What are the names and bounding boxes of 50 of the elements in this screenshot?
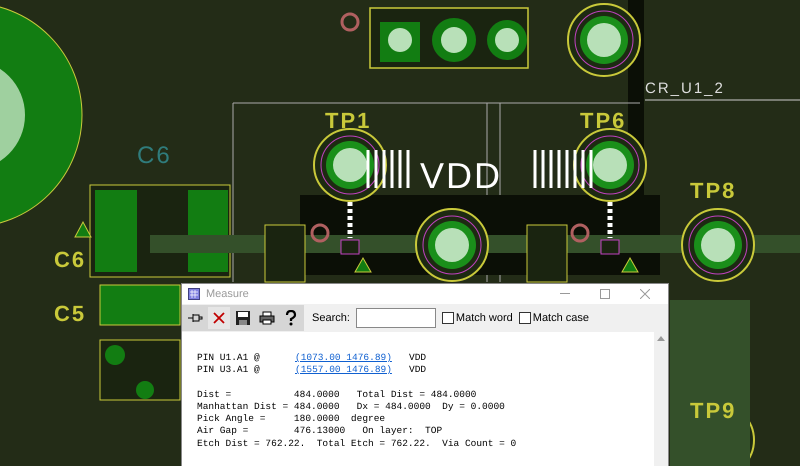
- checkbox[interactable]: [518, 312, 531, 324]
- resistor-outline: [264, 224, 306, 282]
- measure-result-line: Etch Dist = 762.22. Total Etch = 762.22. Via Count = 0: [197, 438, 516, 450]
- via-ring: [340, 12, 360, 32]
- board-label: TP9: [690, 398, 736, 423]
- measure-result-line: Manhattan Dist = 484.0000 Dx = 484.0000 Dy = 0.0000: [197, 400, 505, 414]
- window-title: Measure: [206, 286, 249, 302]
- pin-name: PIN U3.A1 @: [197, 364, 261, 377]
- search-label: Search:: [312, 310, 350, 326]
- resistor-outline: [526, 224, 568, 282]
- search-field[interactable]: [356, 308, 436, 328]
- scroll-up-icon: [657, 336, 665, 341]
- measure-result-line: Pick Angle = 180.0000 degree: [197, 413, 386, 426]
- app-icon: [188, 288, 200, 300]
- help-icon: [284, 310, 298, 326]
- triangle-marker-icon: [621, 257, 639, 272]
- maximize-icon: [600, 289, 610, 299]
- checkbox-option[interactable]: Match word: [442, 310, 513, 326]
- pin-name: PIN U1.A1 @: [197, 352, 261, 364]
- net-name: VDD: [409, 364, 426, 377]
- net-name: VDD: [409, 352, 426, 364]
- board-label: C6: [137, 142, 172, 169]
- chip-pad: [340, 240, 360, 254]
- save-icon: [235, 310, 251, 326]
- triangle-marker-icon: [354, 257, 372, 272]
- via-ring: [310, 224, 330, 242]
- via-ring: [570, 224, 590, 242]
- measure-result-line: Dist = 484.0000 Total Dist = 484.0000: [197, 388, 476, 401]
- board-label: TP6: [580, 108, 626, 133]
- board-label: TP8: [690, 178, 736, 203]
- board-label: CR_U1_2: [645, 80, 725, 97]
- checkbox-option[interactable]: Match case: [518, 310, 590, 326]
- scrollbar[interactable]: [654, 332, 668, 466]
- board-label: C6: [54, 247, 86, 272]
- checkbox[interactable]: [442, 312, 454, 324]
- coordinates-link[interactable]: (1073.00 1476.89): [295, 352, 409, 364]
- triangle-marker-icon: [74, 220, 92, 238]
- dashed-trace: [348, 202, 352, 238]
- board-label: C5: [54, 301, 86, 326]
- dashed-trace: [608, 202, 612, 238]
- delete-button[interactable]: [208, 307, 230, 329]
- close-icon: [640, 289, 650, 299]
- pushpin-icon: [187, 312, 203, 324]
- printer-icon: [259, 311, 275, 325]
- chip-pad: [600, 240, 620, 254]
- board-label: TP1: [325, 108, 372, 133]
- minimize-icon: [560, 293, 570, 295]
- measure-result-line: Air Gap = 476.13000 On layer: TOP: [197, 425, 442, 438]
- x-icon: [213, 312, 225, 324]
- coordinates-link[interactable]: (1557.00 1476.89): [295, 364, 409, 377]
